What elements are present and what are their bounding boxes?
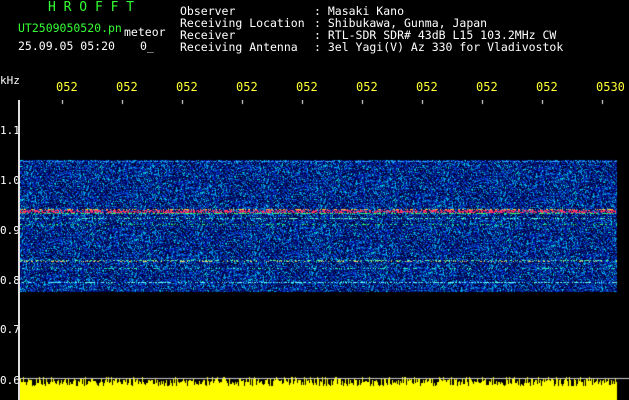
spectrogram-plot bbox=[20, 100, 629, 400]
meteor-count: 0_ bbox=[140, 39, 154, 53]
y-tick-0.8: 0.8 bbox=[0, 274, 20, 287]
x-tick-3: 052 bbox=[176, 80, 198, 94]
y-tick-1.1: 1.1 bbox=[0, 124, 20, 137]
x-tick-9: 052 bbox=[536, 80, 558, 94]
x-tick-6: 052 bbox=[356, 80, 378, 94]
datetime-label: 25.09.05 05:20 bbox=[18, 39, 115, 53]
y-tick-0.9: 0.9 bbox=[0, 224, 20, 237]
y-tick-0.7: 0.7 bbox=[0, 323, 20, 336]
y-unit-label: kHz bbox=[0, 74, 20, 87]
meteor-label: meteor bbox=[124, 25, 166, 39]
y-tick-0.6: 0.6 bbox=[0, 374, 20, 387]
x-tick-5: 052 bbox=[296, 80, 318, 94]
filename-label: UT2509050520.pn bbox=[18, 21, 122, 35]
info-value-antenna: : 3el Yagi(V) Az 330 for Vladivostok bbox=[314, 40, 564, 54]
x-tick-1: 052 bbox=[56, 80, 78, 94]
x-tick-2: 052 bbox=[116, 80, 138, 94]
app-title: H R O F F T bbox=[48, 0, 135, 15]
info-label-antenna: Receiving Antenna bbox=[180, 40, 298, 54]
y-tick-1.0: 1.0 bbox=[0, 174, 20, 187]
x-tick-7: 052 bbox=[416, 80, 438, 94]
x-tick-8: 052 bbox=[476, 80, 498, 94]
x-tick-4: 052 bbox=[236, 80, 258, 94]
x-tick-10: 0530 bbox=[596, 80, 625, 94]
